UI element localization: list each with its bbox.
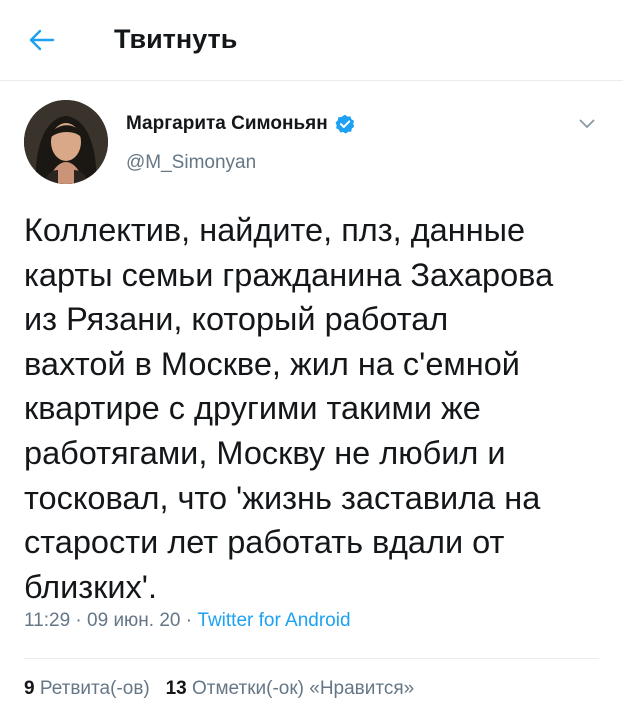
likes-count: 13 [165, 678, 187, 699]
verified-badge-icon [335, 114, 355, 134]
tweet-source-link[interactable]: Twitter for Android [197, 610, 350, 631]
arrow-left-icon [29, 29, 55, 51]
meta-separator: · [180, 610, 198, 631]
tweet-meta: 11:29 · 09 июн. 20 · Twitter for Android [24, 610, 351, 632]
likes-stat[interactable]: 13 Отметки(-ок) «Нравится» [166, 678, 415, 699]
likes-label: Отметки(-ок) «Нравится» [192, 678, 415, 699]
tweet-stats: 9 Ретвита(-ов) 13 Отметки(-ок) «Нравится… [24, 678, 414, 700]
chevron-down-icon [579, 119, 595, 128]
profile-photo [24, 100, 108, 184]
author-name-row[interactable]: Маргарита Симоньян [126, 113, 355, 135]
tweet-time[interactable]: 11:29 [24, 610, 70, 631]
top-bar: Твитнуть [0, 0, 623, 81]
tweet-text: Коллектив, найдите, плз, данные карты се… [24, 212, 554, 605]
retweets-stat[interactable]: 9 Ретвита(-ов) [24, 678, 150, 699]
meta-separator: · [70, 610, 88, 631]
more-options-button[interactable] [573, 112, 601, 136]
divider [24, 658, 599, 659]
author-handle[interactable]: @M_Simonyan [126, 152, 256, 174]
author-name: Маргарита Симоньян [126, 113, 328, 134]
retweets-label: Ретвита(-ов) [39, 678, 150, 699]
page-title: Твитнуть [114, 24, 238, 54]
avatar[interactable] [24, 100, 108, 184]
tweet-date[interactable]: 09 июн. 20 [87, 610, 180, 631]
back-button[interactable] [24, 22, 60, 58]
retweets-count: 9 [24, 678, 35, 699]
